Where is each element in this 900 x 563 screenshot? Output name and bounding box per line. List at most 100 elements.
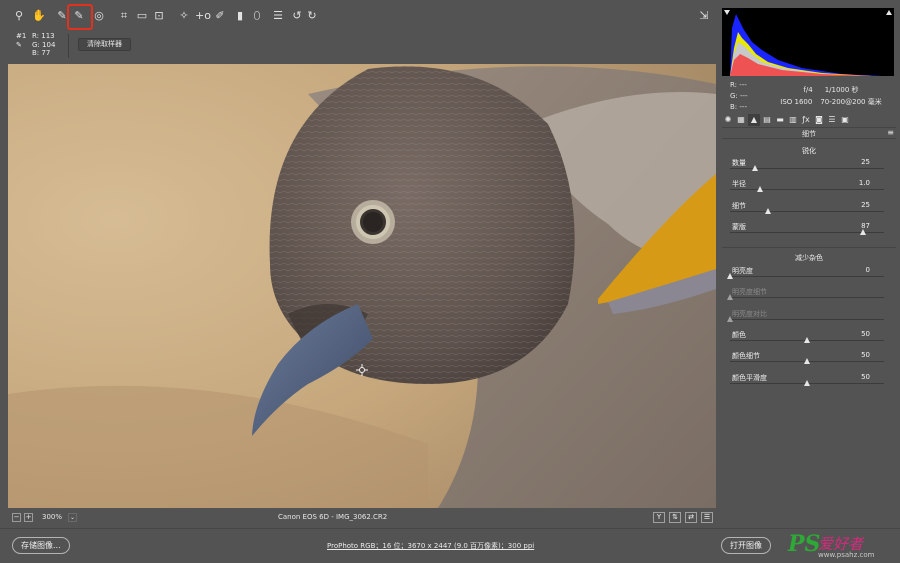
targeted-adjustment-tool[interactable]: ◎ (92, 9, 106, 23)
clear-samplers-button[interactable]: 清除取样器 (78, 38, 131, 51)
hand-icon: ✋ (32, 9, 46, 22)
slider-value[interactable]: 1.0 (859, 179, 870, 187)
transform-tool[interactable]: ⊡ (152, 9, 166, 23)
zoom-tool[interactable]: ⚲ (12, 9, 26, 23)
tab-camera-calibration[interactable]: ◙ (813, 114, 825, 126)
sample-r-value: 113 (41, 32, 55, 40)
slider-row: 细节 25 (730, 201, 884, 221)
zoom-level: 300% (42, 513, 63, 521)
target-adjust-icon: ◎ (94, 9, 104, 22)
slider-row: 蒙版 87 (730, 222, 884, 242)
slider-label: 明亮度细节 (732, 288, 767, 297)
bird-photo (8, 64, 716, 508)
slider-label: 细节 (732, 201, 746, 210)
copy-settings-button[interactable]: ⇄ (685, 512, 697, 523)
rotate-right-tool[interactable]: ↻ (305, 9, 319, 23)
slider-label: 颜色细节 (732, 352, 760, 361)
slider-row: 半径 1.0 (730, 179, 884, 199)
slider-row: 明亮度 0 (726, 266, 884, 286)
slider-thumb[interactable] (860, 228, 867, 235)
rotate-left-tool[interactable]: ↺ (290, 9, 304, 23)
slider-label: 蒙版 (732, 222, 746, 231)
slider-thumb[interactable] (726, 294, 733, 301)
slider-thumb[interactable] (803, 358, 810, 365)
radial-filter-icon: ⬯ (253, 9, 261, 22)
slider-value[interactable]: 25 (861, 201, 870, 209)
noise-reduction-title: 减少杂色 (795, 254, 823, 262)
radial-filter-tool[interactable]: ⬯ (250, 9, 264, 23)
graduated-filter-tool[interactable]: ▮ (233, 9, 247, 23)
slider-track[interactable] (730, 189, 884, 191)
slider-value[interactable]: 50 (861, 373, 870, 381)
workflow-options-link[interactable]: ProPhoto RGB；16 位；3670 x 2447 (9.0 百万像素)… (327, 541, 534, 551)
sample-b-value: 77 (41, 49, 51, 57)
slider-thumb[interactable] (726, 273, 733, 279)
zoom-out-button[interactable]: − (12, 513, 21, 522)
straighten-icon: ▭ (136, 9, 148, 22)
slider-label: 颜色 (732, 330, 746, 339)
slider-track[interactable] (730, 276, 884, 277)
before-after-view-button[interactable]: Y (653, 512, 665, 523)
slider-thumb[interactable] (803, 379, 810, 386)
watermark-logo: PS 爱好者 www.psahz.com (788, 531, 875, 559)
image-preview[interactable] (8, 64, 716, 508)
tab-lens-corrections[interactable]: ▥ (787, 114, 799, 126)
slider-track[interactable] (730, 297, 884, 299)
brush-icon: ✐ (215, 9, 225, 22)
fullscreen-icon[interactable]: ⇲ (697, 9, 711, 23)
slider-row: 明亮度细节 (726, 287, 884, 307)
sampler-pin-icon: ✎ (16, 41, 22, 49)
spot-removal-tool[interactable]: ✧ (177, 9, 191, 23)
crop-icon: ⌗ (120, 9, 128, 22)
zoom-in-button[interactable]: + (24, 513, 33, 522)
save-image-button[interactable]: 存储图像... (12, 537, 70, 554)
adjustment-brush-tool[interactable]: ✐ (213, 9, 227, 23)
slider-thumb[interactable] (752, 165, 759, 171)
toggle-settings-button[interactable]: ☰ (701, 512, 713, 523)
tab-effects[interactable]: ƒx (800, 114, 812, 126)
tab-hsl[interactable]: ▤ (761, 114, 773, 126)
panel-menu-icon[interactable]: ≡ (887, 128, 894, 137)
slider-thumb[interactable] (726, 315, 733, 322)
slider-row: 颜色 50 (730, 330, 884, 350)
crop-tool[interactable]: ⌗ (117, 9, 131, 23)
straighten-tool[interactable]: ▭ (135, 9, 149, 23)
bottom-bar: 存储图像... ProPhoto RGB；16 位；3670 x 2447 (9… (0, 528, 900, 563)
zoom-dropdown-icon[interactable]: ⌄ (68, 513, 77, 522)
hand-tool[interactable]: ✋ (32, 9, 46, 23)
slider-value[interactable]: 25 (861, 158, 870, 166)
sample-g-value: 104 (42, 40, 56, 49)
tab-tone-curve[interactable]: ▦ (735, 114, 747, 126)
tab-detail[interactable]: ▲ (748, 113, 760, 126)
graduated-filter-icon: ▮ (236, 9, 244, 22)
tab-split-toning[interactable]: ▬ (774, 114, 786, 126)
slider-thumb[interactable] (803, 336, 810, 343)
slider-track[interactable] (730, 318, 884, 320)
tab-snapshots[interactable]: ▣ (839, 114, 851, 126)
panel-tabs: ✺ ▦ ▲ ▤ ▬ ▥ ƒx ◙ ☰ ▣ (722, 112, 896, 127)
slider-thumb[interactable] (757, 186, 764, 193)
preferences-tool[interactable]: ☰ (271, 9, 285, 23)
sample-values: R: 113 G: 104 B: 77 (32, 32, 56, 57)
slider-label: 明亮度 (732, 267, 753, 275)
rotate-cw-icon: ↻ (307, 9, 317, 22)
slider-value[interactable]: 50 (861, 351, 870, 359)
transform-icon: ⊡ (154, 9, 164, 22)
slider-thumb[interactable] (765, 207, 771, 214)
color-sampler-icon: ✎ (74, 9, 84, 22)
color-sampler-tool[interactable]: ✎ (67, 4, 93, 30)
red-eye-tool[interactable]: +o (195, 9, 211, 23)
slider-track[interactable] (730, 210, 884, 212)
slider-value[interactable]: 50 (861, 330, 870, 338)
histogram (722, 8, 894, 76)
red-eye-icon: +o (195, 9, 211, 22)
aperture: f/4 (803, 86, 813, 94)
slider-value[interactable]: 0 (866, 266, 870, 274)
slider-label: 颜色平滑度 (732, 373, 767, 382)
tab-basic[interactable]: ✺ (722, 114, 734, 126)
swap-settings-button[interactable]: ⇅ (669, 512, 681, 523)
tab-presets[interactable]: ☰ (826, 114, 838, 126)
open-image-button[interactable]: 打开图像 (721, 537, 771, 554)
divider (722, 247, 896, 248)
spot-removal-icon: ✧ (179, 9, 189, 22)
